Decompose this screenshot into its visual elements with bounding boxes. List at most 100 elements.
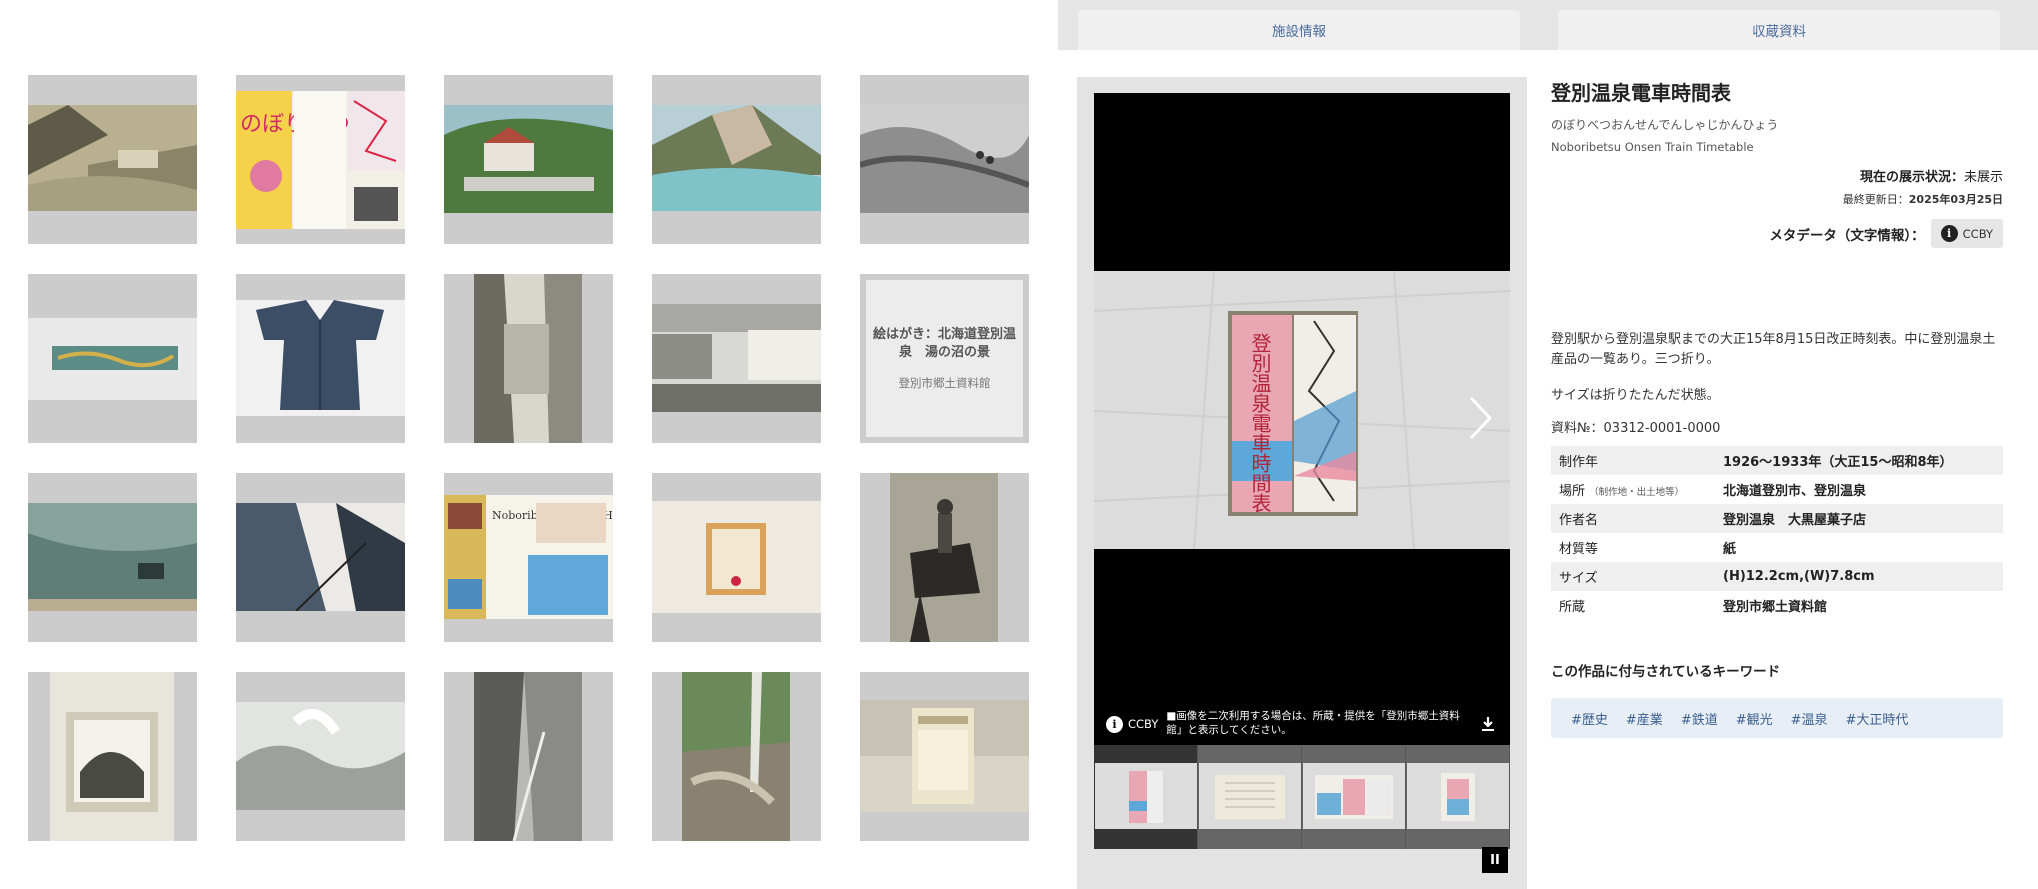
- row-key: 材質等: [1559, 542, 1599, 558]
- metadata-license-button[interactable]: i CCBY: [1930, 219, 2003, 248]
- keyword-tag[interactable]: #歴史: [1571, 709, 1608, 728]
- gallery-item[interactable]: [236, 473, 405, 642]
- gallery-item[interactable]: 絵はがき：北海道登別温泉 湯の沼の景 登別市郷土資料館: [860, 274, 1029, 443]
- gallery-item[interactable]: [444, 274, 613, 443]
- page: のぼりべつ: [0, 0, 2038, 889]
- row-key: 場所 （制作地・出土地等）: [1551, 475, 1715, 504]
- item-image: のぼりべつ: [236, 91, 405, 229]
- gallery-item[interactable]: [28, 274, 197, 443]
- metadata-label: メタデータ（文字情報）：: [1769, 227, 1925, 244]
- gallery-item[interactable]: [652, 672, 821, 841]
- row-value: 紙: [1723, 542, 1737, 558]
- viewer-panel: 登別温泉電車時間表 i CCBY ■画像を二次利用する場合は、所蔵・提供を「登別…: [1077, 77, 1527, 889]
- row-value: (H)12.2cm,(W)7.8cm: [1715, 562, 2003, 592]
- thumbnail-image: [1407, 763, 1509, 829]
- top-tab-bar: 施設情報 収蔵資料: [1058, 0, 2038, 50]
- item-image: [50, 672, 174, 841]
- main-image: 登別温泉電車時間表: [1093, 270, 1511, 550]
- size-note: サイズは折りたたんだ状態。: [1551, 388, 1720, 404]
- thumbnail[interactable]: [1302, 745, 1406, 849]
- last-updated-value: 2025年03月25日: [1908, 193, 2003, 206]
- exhibit-status-label: 現在の展示状況：: [1859, 170, 1964, 185]
- item-image: [28, 318, 197, 400]
- gallery-item[interactable]: [860, 75, 1029, 244]
- collection-gallery: のぼりべつ: [28, 75, 1030, 841]
- table-row: サイズ (H)12.2cm,(W)7.8cm: [1551, 562, 2003, 592]
- gallery-item[interactable]: [652, 75, 821, 244]
- row-key: 制作年: [1551, 446, 1715, 476]
- keywords-heading: この作品に付与されているキーワード: [1551, 664, 1781, 681]
- item-image: [652, 501, 821, 613]
- thumbnail[interactable]: [1198, 745, 1302, 849]
- thumbnail-image: [1199, 763, 1301, 829]
- table-row: 作者名 登別温泉 大黒屋菓子店: [1551, 504, 2003, 534]
- gallery-item[interactable]: [860, 672, 1029, 841]
- image-viewer[interactable]: 登別温泉電車時間表 i CCBY ■画像を二次利用する場合は、所蔵・提供を「登別…: [1093, 93, 1511, 745]
- item-image: [474, 274, 582, 443]
- gallery-item[interactable]: [28, 672, 197, 841]
- gallery-item[interactable]: [860, 473, 1029, 642]
- row-key: サイズ: [1551, 562, 1715, 592]
- gallery-item[interactable]: のぼりべつ: [236, 75, 405, 244]
- row-value: 北海道登別市、登別温泉: [1723, 484, 1867, 500]
- last-updated: 最終更新日：2025年03月25日: [1551, 191, 2003, 207]
- keyword-list: #歴史 #産業 #鉄道 #観光 #温泉 #大正時代: [1551, 698, 2003, 739]
- row-key-note: （制作地・出土地等）: [1589, 487, 1685, 499]
- keyword-tag[interactable]: #鉄道: [1681, 709, 1718, 728]
- item-image: [28, 105, 197, 211]
- gallery-item[interactable]: Noboribetsu Grand Hotel: [444, 473, 613, 642]
- metadata-license-text: CCBY: [1962, 226, 1993, 241]
- cover-title: 登別温泉電車時間表: [1248, 333, 1272, 513]
- keyword-tag[interactable]: #温泉: [1791, 709, 1828, 728]
- image-caption-bar: i CCBY ■画像を二次利用する場合は、所蔵・提供を「登別市郷土資料館」と表示…: [1094, 703, 1510, 745]
- download-icon[interactable]: [1478, 714, 1498, 734]
- gallery-item[interactable]: [236, 672, 405, 841]
- item-image: [652, 304, 821, 412]
- item-image: [860, 700, 1029, 812]
- item-image: [890, 473, 998, 642]
- item-description: 登別駅から登別温泉駅までの大正15年8月15日改正時刻表。中に登別温泉土産品の一…: [1551, 332, 1996, 368]
- gallery-item[interactable]: [652, 274, 821, 443]
- item-title-kana: のぼりべつおんせんでんしゃじかんひょう: [1551, 118, 1779, 132]
- row-value: 登別市郷土資料館: [1723, 600, 1828, 616]
- item-title-english: Noboribetsu Onsen Train Timetable: [1551, 140, 1754, 154]
- keyword-tag[interactable]: #大正時代: [1846, 709, 1909, 728]
- row-value: 1926〜1933年（大正15〜昭和8年）: [1715, 446, 2003, 476]
- table-row: 制作年 1926〜1933年（大正15〜昭和8年）: [1551, 446, 2003, 476]
- next-image-arrow[interactable]: [1466, 393, 1496, 443]
- text-card: 絵はがき：北海道登別温泉 湯の沼の景 登別市郷土資料館: [866, 280, 1023, 437]
- gallery-item[interactable]: [652, 473, 821, 642]
- table-row: 場所 （制作地・出土地等） 北海道登別市、登別温泉: [1551, 475, 2003, 504]
- thumbnail[interactable]: [1406, 745, 1510, 849]
- row-key-main: 場所: [1559, 484, 1586, 500]
- gallery-item[interactable]: [444, 672, 613, 841]
- text-card-title: 絵はがき：北海道登別温泉 湯の沼の景: [872, 326, 1016, 360]
- item-image: [236, 702, 405, 810]
- row-key: 所蔵: [1559, 600, 1586, 616]
- thumbnail-strip: [1094, 745, 1510, 849]
- item-image: [652, 105, 821, 211]
- item-image: [28, 503, 197, 611]
- tab-facility-info[interactable]: 施設情報: [1078, 10, 1520, 50]
- exhibit-status: 現在の展示状況：未展示: [1551, 166, 2003, 185]
- exhibit-status-value: 未展示: [1963, 170, 2003, 185]
- gallery-item[interactable]: [28, 75, 197, 244]
- keyword-tag[interactable]: #産業: [1626, 709, 1663, 728]
- item-image: [860, 105, 1029, 213]
- thumbnail[interactable]: [1094, 745, 1198, 849]
- gallery-item[interactable]: [28, 473, 197, 642]
- item-title: 登別温泉電車時間表: [1551, 81, 1731, 105]
- table-row: 材質等 紙: [1551, 533, 2003, 562]
- reuse-notice: ■画像を二次利用する場合は、所蔵・提供を「登別市郷土資料館」と表示してください。: [1166, 710, 1460, 736]
- viewer-license[interactable]: i CCBY: [1106, 715, 1158, 733]
- gallery-item[interactable]: [236, 274, 405, 443]
- item-detail: 登別温泉電車時間表 のぼりべつおんせんでんしゃじかんひょう Noboribets…: [1551, 77, 2003, 739]
- gallery-item[interactable]: [444, 75, 613, 244]
- thumbnail-image: [1095, 763, 1197, 829]
- tab-collection[interactable]: 収蔵資料: [1558, 10, 2000, 50]
- slideshow-pause-button[interactable]: II: [1482, 847, 1508, 873]
- last-updated-label: 最終更新日：: [1842, 193, 1909, 206]
- item-image: Noboribetsu Grand Hotel: [444, 495, 613, 619]
- keyword-tag[interactable]: #観光: [1736, 709, 1773, 728]
- metadata-row: メタデータ（文字情報）： i CCBY: [1551, 219, 2003, 248]
